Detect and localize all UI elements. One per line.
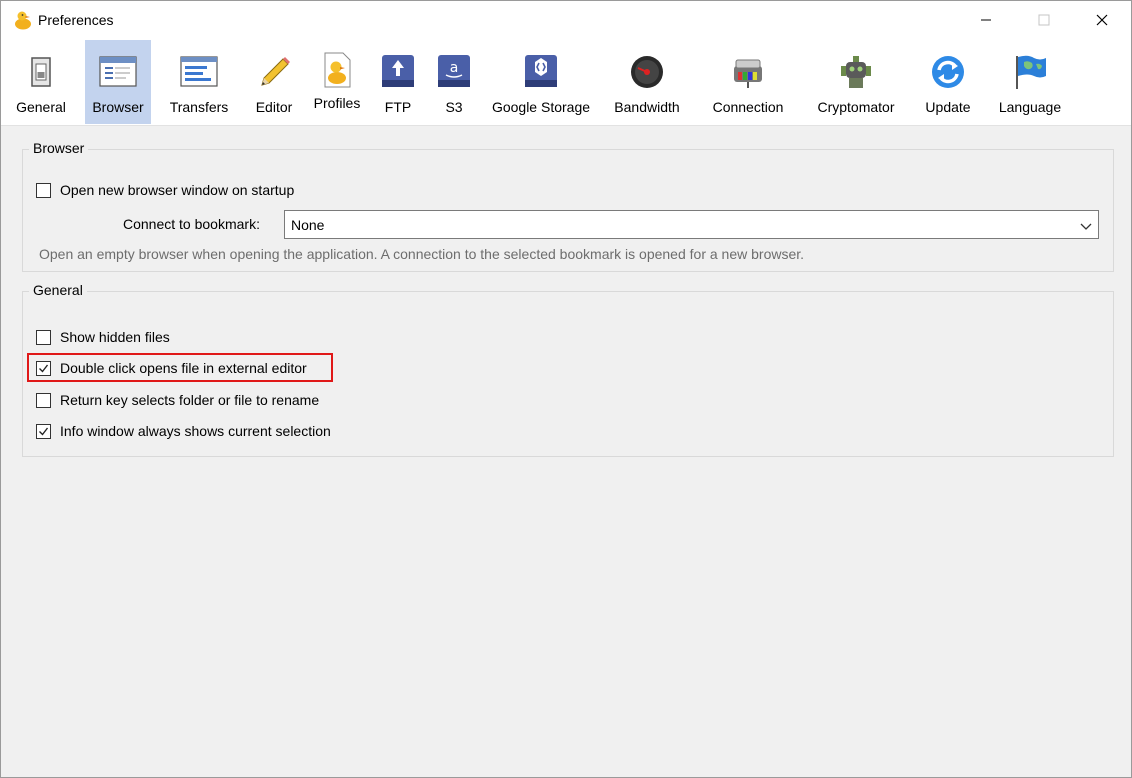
ftp-drive-icon xyxy=(378,52,418,92)
tab-label: Connection xyxy=(712,99,784,115)
maximize-icon xyxy=(1038,14,1050,26)
bookmark-label: Connect to bookmark: xyxy=(123,216,260,232)
chevron-down-icon xyxy=(1080,219,1092,235)
general-group-title: General xyxy=(29,282,87,298)
checkmark-icon xyxy=(39,427,49,436)
google-storage-drive-icon xyxy=(521,52,561,92)
open-new-window-option[interactable]: Open new browser window on startup xyxy=(36,182,294,198)
tab-label: FTP xyxy=(384,99,412,115)
return-key-rename-checkbox[interactable] xyxy=(36,392,51,408)
maximize-button[interactable] xyxy=(1015,1,1073,39)
cryptomator-robot-icon xyxy=(836,52,876,92)
title-bar: Preferences xyxy=(1,1,1131,39)
info-window-selection-option[interactable]: Info window always shows current selecti… xyxy=(36,423,331,439)
checkbox-label: Show hidden files xyxy=(60,329,170,345)
tab-label: Transfers xyxy=(169,99,229,115)
tab-label: S3 xyxy=(445,99,463,115)
general-switch-icon xyxy=(21,52,61,92)
bookmark-select-value: None xyxy=(291,217,325,233)
checkbox-label: Info window always shows current selecti… xyxy=(60,423,331,439)
checkbox-label: Return key selects folder or file to ren… xyxy=(60,392,320,408)
tab-update[interactable]: Update xyxy=(919,40,977,124)
language-flag-icon xyxy=(1010,52,1050,92)
minimize-button[interactable] xyxy=(957,1,1015,39)
tab-browser[interactable]: Browser xyxy=(85,40,151,124)
preferences-toolbar: General Browser Transfers Editor Profile… xyxy=(1,39,1131,126)
cyberduck-app-icon xyxy=(14,10,32,30)
tab-cryptomator[interactable]: Cryptomator xyxy=(807,40,905,124)
tab-label: Update xyxy=(925,99,971,115)
s3-amazon-drive-icon: a xyxy=(434,52,474,92)
tab-label: Bandwidth xyxy=(614,99,680,115)
close-button[interactable] xyxy=(1073,1,1131,39)
tab-s3[interactable]: a S3 xyxy=(433,40,475,124)
svg-text:a: a xyxy=(450,60,459,76)
tab-label: Browser xyxy=(92,99,144,115)
tab-label: Google Storage xyxy=(491,99,591,115)
transfers-list-icon xyxy=(179,52,219,92)
tab-label: Language xyxy=(998,99,1062,115)
tab-language[interactable]: Language xyxy=(993,40,1067,124)
browser-group-title: Browser xyxy=(29,140,89,156)
tab-label: Cryptomator xyxy=(817,99,895,115)
close-icon xyxy=(1096,14,1108,26)
tab-label: Profiles xyxy=(313,95,361,111)
tab-editor[interactable]: Editor xyxy=(249,40,299,124)
tab-label: Editor xyxy=(255,99,293,115)
update-sync-icon xyxy=(928,52,968,92)
open-new-window-checkbox[interactable] xyxy=(36,182,51,198)
browser-hint-text: Open an empty browser when opening the a… xyxy=(39,246,805,262)
tab-connection[interactable]: Connection xyxy=(704,40,792,124)
profiles-document-icon xyxy=(317,50,357,90)
show-hidden-files-checkbox[interactable] xyxy=(36,329,51,345)
highlight-box xyxy=(27,353,333,382)
pencil-icon xyxy=(254,52,294,92)
connection-network-icon xyxy=(728,52,768,92)
tab-profiles[interactable]: Profiles xyxy=(309,40,365,124)
bandwidth-gauge-icon xyxy=(627,52,667,92)
tab-transfers[interactable]: Transfers xyxy=(167,40,231,124)
tab-ftp[interactable]: FTP xyxy=(377,40,419,124)
return-key-rename-option[interactable]: Return key selects folder or file to ren… xyxy=(36,392,319,408)
checkbox-label: Open new browser window on startup xyxy=(60,182,295,198)
minimize-icon xyxy=(981,19,991,21)
tab-bandwidth[interactable]: Bandwidth xyxy=(607,40,687,124)
window-title: Preferences xyxy=(38,12,114,28)
preferences-window: Preferences General Browser Transfers Ed… xyxy=(0,0,1132,778)
tab-label: General xyxy=(16,99,66,115)
tab-google-storage[interactable]: Google Storage xyxy=(487,40,595,124)
tab-general[interactable]: General xyxy=(10,40,72,124)
bookmark-select[interactable]: None xyxy=(284,210,1099,239)
browser-window-icon xyxy=(98,52,138,92)
info-window-selection-checkbox[interactable] xyxy=(36,423,51,439)
show-hidden-files-option[interactable]: Show hidden files xyxy=(36,329,170,345)
